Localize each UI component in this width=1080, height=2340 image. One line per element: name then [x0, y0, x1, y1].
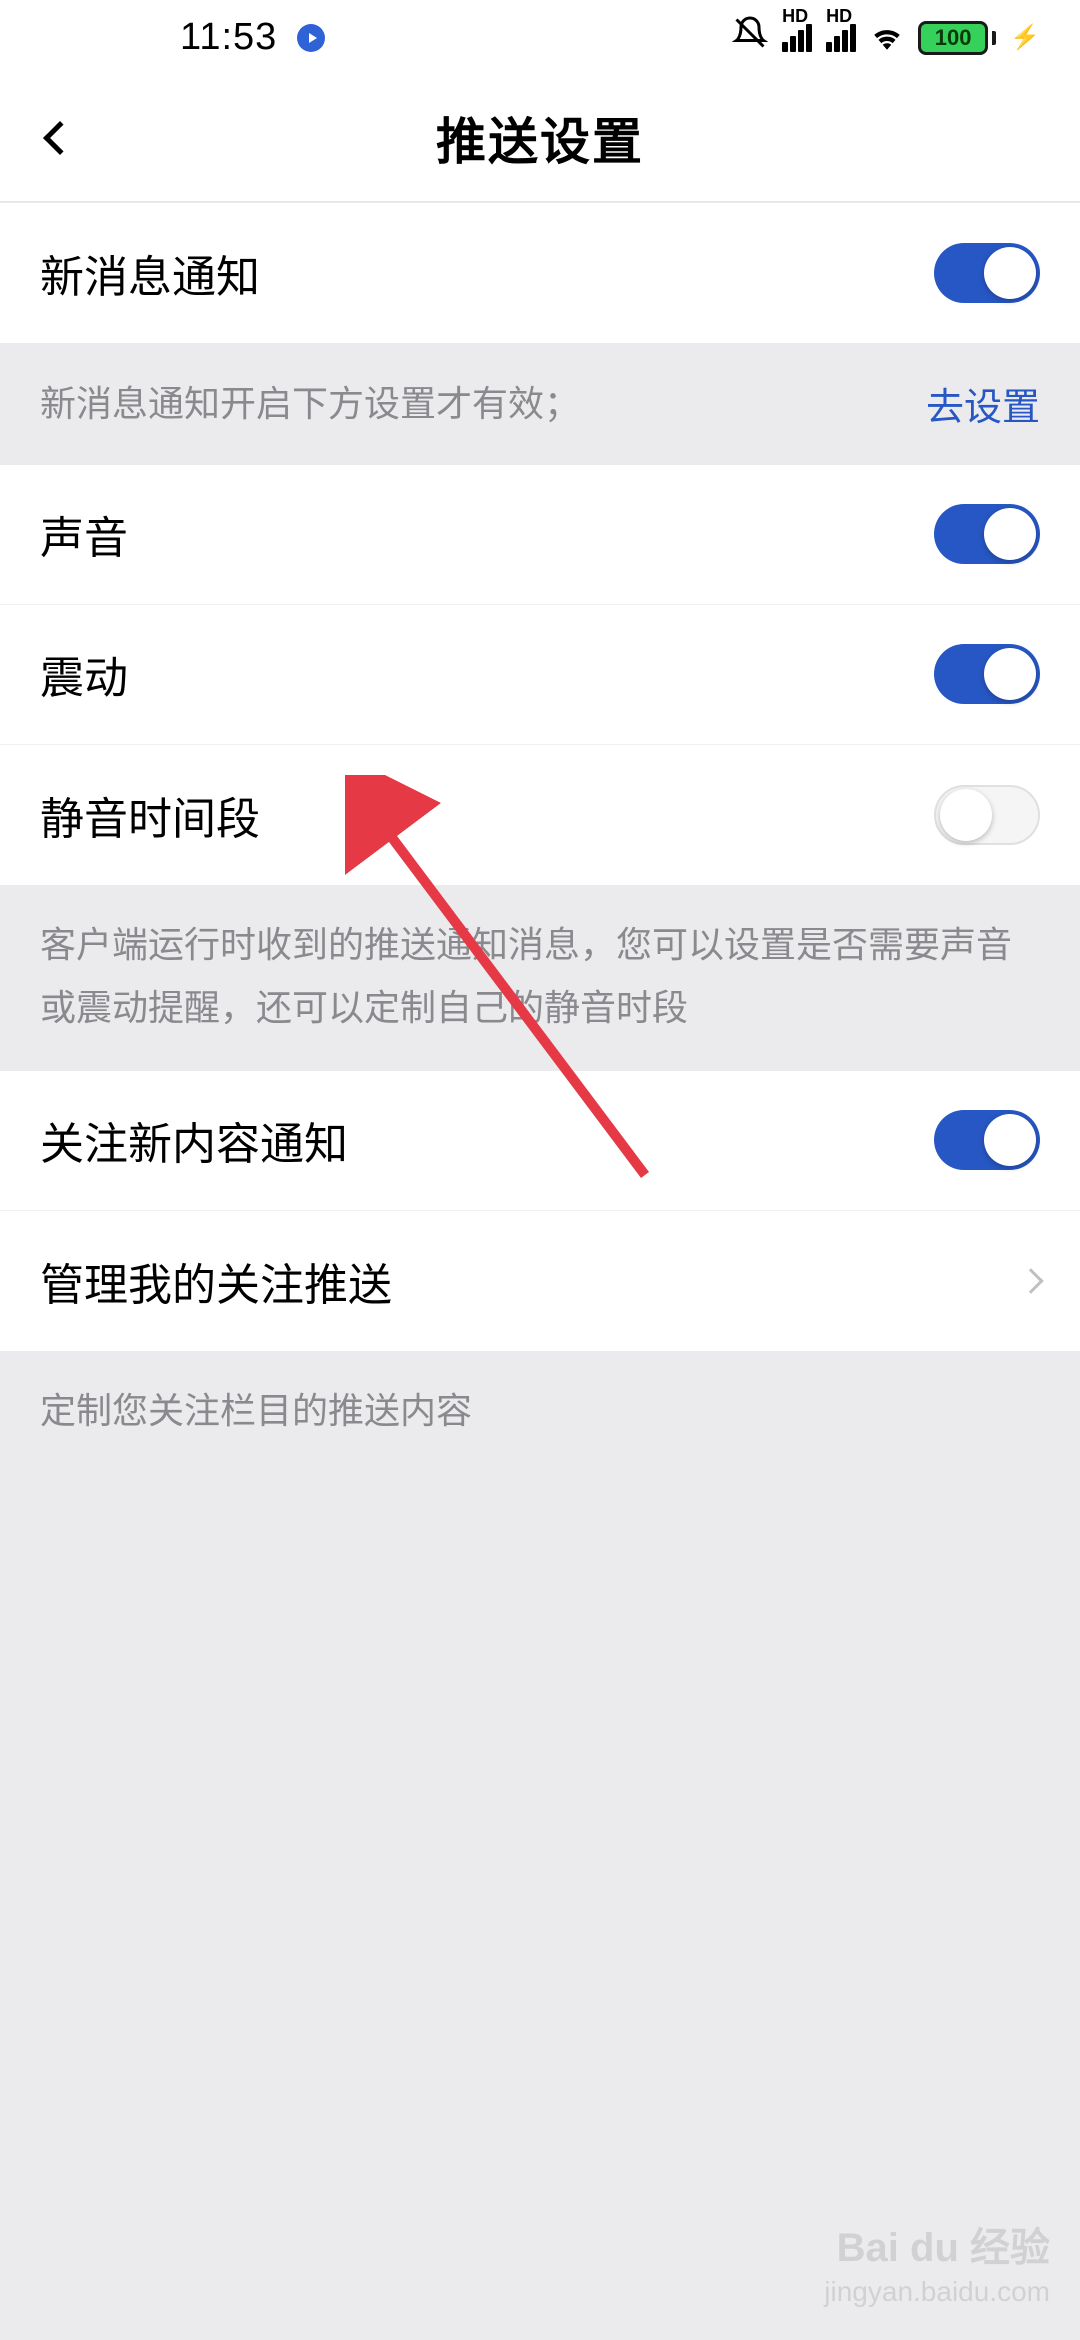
status-bar: 11:53 HD HD 100: [0, 0, 1080, 75]
section-sound-vibrate: 声音 震动 静音时间段: [0, 465, 1080, 885]
status-time: 11:53: [180, 16, 277, 59]
chevron-left-icon: [43, 121, 77, 155]
battery-level: 100: [918, 21, 988, 55]
row-new-message: 新消息通知: [0, 203, 1080, 343]
watermark-brand: Bai du 经验: [824, 2222, 1050, 2274]
info-text-sound: 客户端运行时收到的推送通知消息，您可以设置是否需要声音或震动提醒，还可以定制自己…: [40, 924, 1012, 1028]
status-right: HD HD 100 ⚡: [732, 15, 1040, 60]
row-quiet-time: 静音时间段: [0, 745, 1080, 885]
toggle-vibrate[interactable]: [934, 644, 1040, 704]
label-vibrate: 震动: [40, 642, 128, 706]
charging-icon: ⚡: [1010, 23, 1040, 52]
label-quiet-time: 静音时间段: [40, 783, 260, 847]
back-button[interactable]: [30, 108, 90, 168]
wifi-icon: [870, 17, 904, 59]
row-vibrate: 震动: [0, 605, 1080, 745]
signal-2-icon: HD: [826, 24, 856, 52]
label-sound: 声音: [40, 502, 128, 566]
watermark-url: jingyan.baidu.com: [824, 2274, 1050, 2310]
toggle-sound[interactable]: [934, 504, 1040, 564]
status-left: 11:53: [180, 16, 325, 59]
info-new-message: 新消息通知开启下方设置才有效； 去设置: [0, 343, 1080, 465]
header: 推送设置: [0, 75, 1080, 203]
go-settings-link[interactable]: 去设置: [926, 376, 1040, 431]
section-new-message: 新消息通知: [0, 203, 1080, 343]
label-new-message: 新消息通知: [40, 241, 260, 305]
section-follow: 关注新内容通知 管理我的关注推送: [0, 1071, 1080, 1351]
info-follow: 定制您关注栏目的推送内容: [0, 1351, 1080, 1474]
page-title: 推送设置: [436, 102, 644, 174]
toggle-quiet-time[interactable]: [934, 785, 1040, 845]
battery-icon: 100: [918, 21, 996, 55]
info-sound-vibrate: 客户端运行时收到的推送通知消息，您可以设置是否需要声音或震动提醒，还可以定制自己…: [0, 885, 1080, 1071]
info-text-follow: 定制您关注栏目的推送内容: [40, 1390, 472, 1431]
watermark: Bai du 经验 jingyan.baidu.com: [824, 2222, 1050, 2310]
vibrate-silent-icon: [732, 15, 768, 60]
row-follow-new: 关注新内容通知: [0, 1071, 1080, 1211]
label-follow-new: 关注新内容通知: [40, 1108, 348, 1172]
toggle-new-message[interactable]: [934, 243, 1040, 303]
signal-1-icon: HD: [782, 24, 812, 52]
toggle-follow-new[interactable]: [934, 1110, 1040, 1170]
info-text-new-message: 新消息通知开启下方设置才有效；: [40, 375, 580, 433]
chevron-right-icon: [1018, 1268, 1043, 1293]
label-manage-follow: 管理我的关注推送: [40, 1249, 392, 1313]
media-playing-icon: [297, 24, 325, 52]
row-sound: 声音: [0, 465, 1080, 605]
row-manage-follow[interactable]: 管理我的关注推送: [0, 1211, 1080, 1351]
